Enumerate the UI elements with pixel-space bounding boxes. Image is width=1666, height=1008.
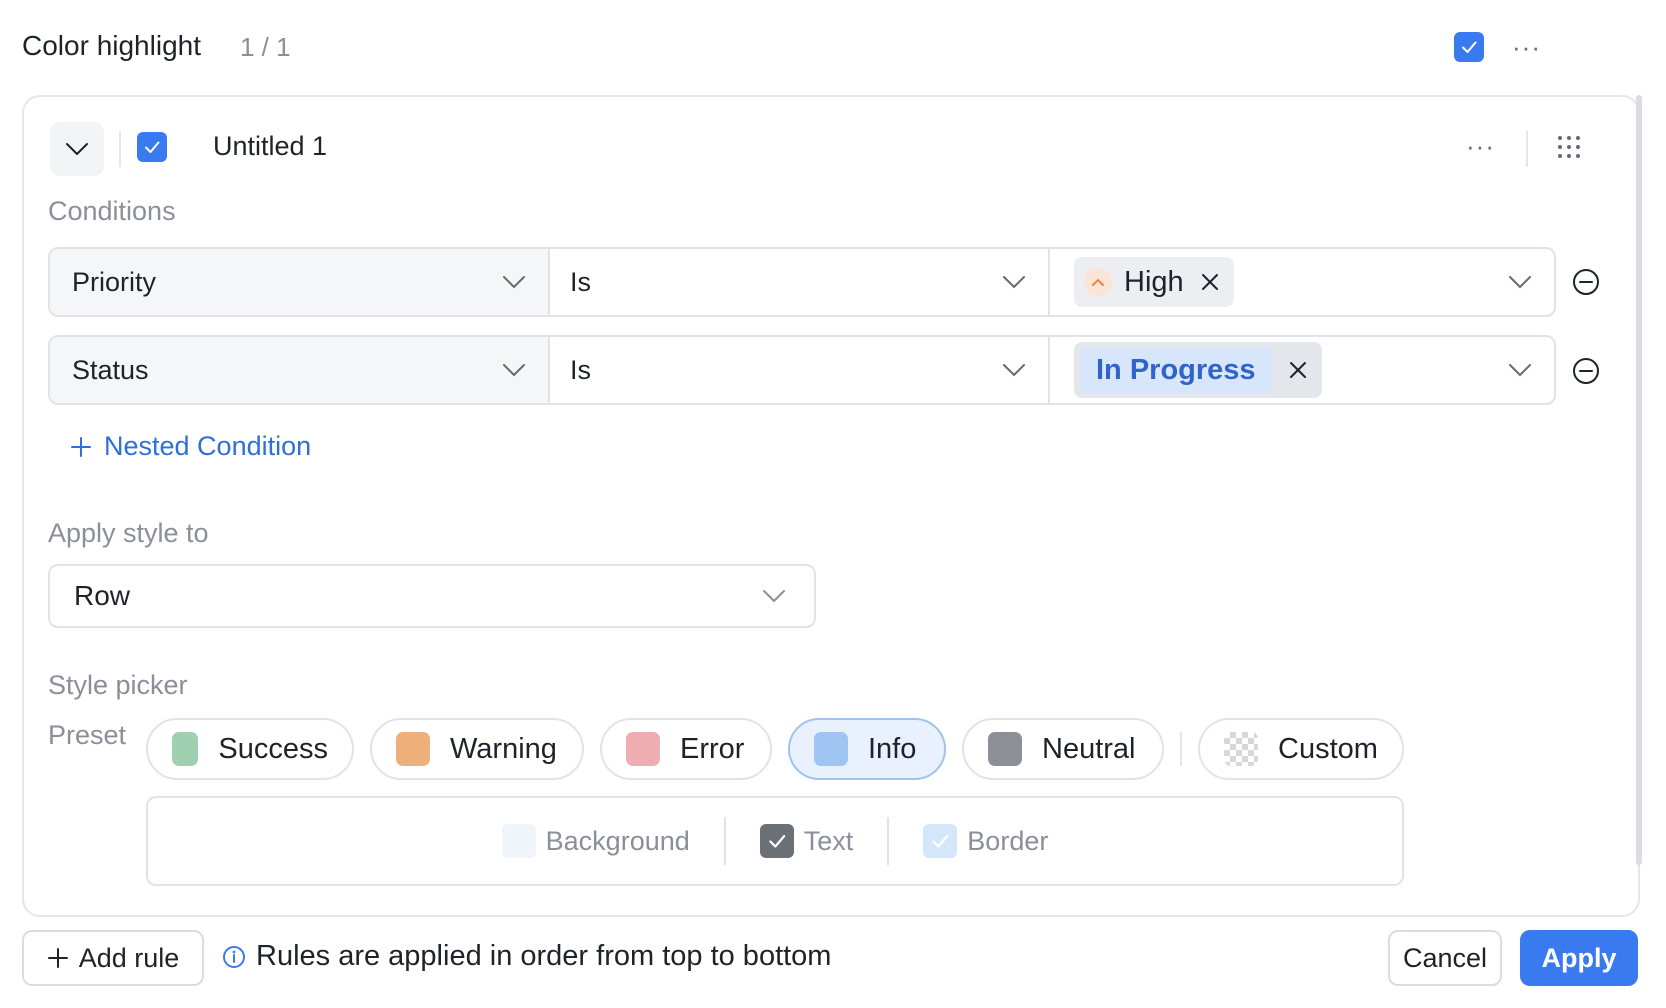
rules-order-hint: Rules are applied in order from top to b… [222, 940, 831, 973]
custom-swatch [1224, 732, 1258, 766]
divider [119, 131, 121, 167]
add-rule-label: Add rule [78, 942, 180, 973]
rule-name[interactable]: Untitled 1 [213, 131, 327, 162]
style-target-group: Background Text Border [146, 796, 1404, 886]
nested-condition-label: Nested Condition [104, 431, 312, 461]
preset-label-text: Warning [450, 732, 557, 765]
target-label: Text [803, 825, 854, 856]
chevron-down-icon [1003, 276, 1025, 289]
border-checkbox[interactable] [923, 824, 958, 858]
check-icon [769, 834, 786, 848]
condition-operator-value: Is [570, 354, 592, 385]
divider [1526, 131, 1528, 167]
target-border[interactable]: Border [889, 824, 1082, 858]
plus-icon [47, 948, 68, 968]
text-checkbox[interactable] [759, 824, 794, 858]
cancel-button[interactable]: Cancel [1388, 930, 1502, 986]
error-swatch [626, 732, 660, 766]
condition-operator-value: Is [570, 266, 592, 297]
style-picker-label: Style picker [48, 670, 188, 700]
target-text[interactable]: Text [726, 824, 888, 858]
rule-enabled-checkbox[interactable] [137, 132, 167, 162]
panel-title: Color highlight [22, 30, 201, 61]
check-icon [932, 834, 949, 848]
success-swatch [172, 732, 199, 766]
background-checkbox[interactable] [501, 824, 536, 858]
condition-row: Status Is In Progress [48, 335, 1556, 405]
add-nested-condition-button[interactable]: Nested Condition [70, 431, 311, 462]
condition-field-select[interactable]: Status [50, 337, 550, 403]
rule-more-icon[interactable]: ··· [1466, 133, 1495, 159]
check-icon [1462, 41, 1477, 53]
apply-style-label: Apply style to [48, 518, 209, 548]
hint-text: Rules are applied in order from top to b… [256, 940, 832, 972]
remove-tag-icon[interactable] [1288, 360, 1308, 380]
condition-operator-select[interactable]: Is [550, 337, 1050, 403]
tag-label: High [1124, 265, 1184, 298]
warning-swatch [396, 732, 430, 766]
apply-style-value: Row [74, 580, 131, 611]
rule-card [22, 95, 1640, 917]
scrollbar[interactable] [1636, 95, 1642, 865]
preset-custom[interactable]: Custom [1198, 718, 1404, 780]
enable-all-checkbox[interactable] [1454, 32, 1484, 62]
target-background[interactable]: Background [468, 824, 724, 858]
info-icon [223, 945, 245, 968]
collapse-rule-button[interactable] [50, 122, 104, 176]
preset-label-text: Custom [1278, 732, 1378, 765]
chevron-down-icon [1509, 364, 1531, 377]
status-badge: In Progress [1080, 347, 1272, 393]
panel-more-icon[interactable]: ··· [1512, 34, 1541, 60]
add-rule-button[interactable]: Add rule [22, 930, 204, 986]
rule-counter: 1 / 1 [240, 32, 291, 62]
drag-handle-icon[interactable] [1556, 134, 1582, 165]
priority-high-icon [1084, 268, 1112, 296]
condition-row: Priority Is High [48, 247, 1556, 317]
value-tag: High [1074, 257, 1234, 307]
chevron-down-icon [763, 590, 785, 603]
chevron-down-icon [503, 364, 525, 377]
target-label: Border [967, 825, 1049, 856]
condition-field-select[interactable]: Priority [50, 249, 550, 315]
preset-error[interactable]: Error [600, 718, 772, 780]
chevron-down-icon [66, 143, 88, 155]
preset-label-text: Neutral [1042, 732, 1136, 765]
preset-info[interactable]: Info [788, 718, 946, 780]
chevron-down-icon [503, 276, 525, 289]
remove-condition-icon[interactable] [1572, 357, 1600, 385]
preset-label: Preset [48, 720, 127, 750]
target-label: Background [545, 825, 690, 856]
plus-icon [71, 436, 91, 457]
check-icon [145, 141, 160, 153]
chevron-down-icon [1003, 364, 1025, 377]
condition-operator-select[interactable]: Is [550, 249, 1050, 315]
condition-value-select[interactable]: High [1050, 249, 1554, 315]
preset-success[interactable]: Success [146, 718, 354, 780]
info-swatch [814, 732, 848, 766]
preset-label-text: Success [218, 732, 328, 765]
preset-neutral[interactable]: Neutral [962, 718, 1164, 780]
preset-warning[interactable]: Warning [370, 718, 584, 780]
apply-style-select[interactable]: Row [48, 564, 816, 628]
condition-field-value: Priority [72, 266, 157, 297]
value-tag: In Progress [1074, 342, 1322, 398]
preset-label-text: Info [868, 732, 917, 765]
chevron-down-icon [1509, 276, 1531, 289]
conditions-label: Conditions [48, 196, 176, 226]
remove-tag-icon[interactable] [1200, 272, 1220, 292]
apply-button[interactable]: Apply [1520, 930, 1638, 986]
divider [1180, 732, 1182, 766]
neutral-swatch [988, 732, 1022, 766]
condition-field-value: Status [72, 354, 149, 385]
condition-value-select[interactable]: In Progress [1050, 337, 1554, 403]
remove-condition-icon[interactable] [1572, 268, 1600, 296]
preset-label-text: Error [680, 732, 745, 765]
